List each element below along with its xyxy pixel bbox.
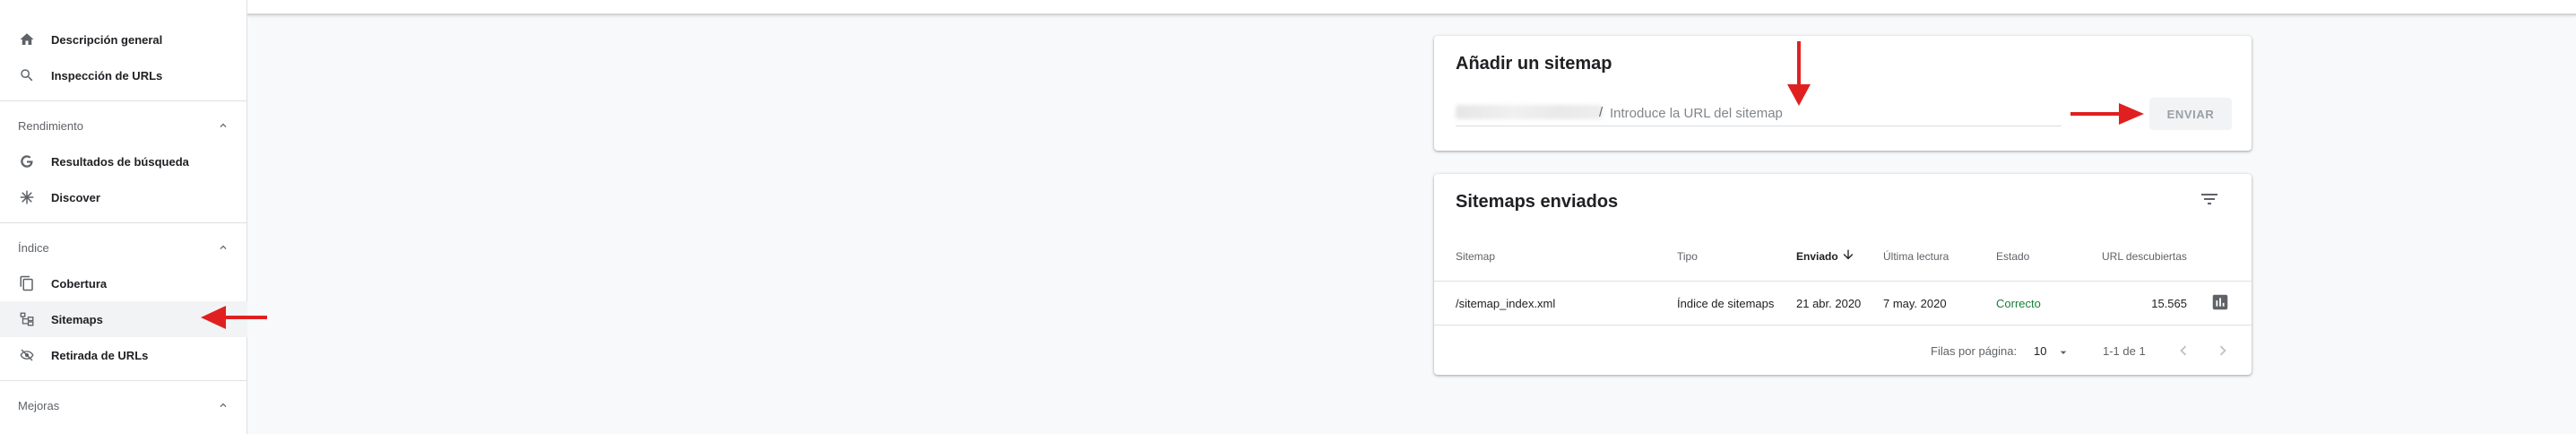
annotation-arrow-right (2070, 103, 2144, 125)
column-header-discovered-urls[interactable]: URL descubiertas (2102, 250, 2187, 263)
section-header-enhancements[interactable]: Mejoras (0, 387, 247, 423)
row-divider (1434, 325, 2252, 326)
chevron-up-icon (217, 241, 229, 254)
blurred-domain-prefix (1456, 105, 1603, 119)
sidebar-item-label: Sitemaps (51, 312, 103, 326)
submitted-sitemaps-title: Sitemaps enviados (1456, 192, 1619, 212)
rows-per-page-label: Filas por página: (1931, 344, 2018, 358)
cell-sitemap[interactable]: /sitemap_index.xml (1456, 297, 1555, 310)
filter-icon[interactable] (2199, 188, 2220, 210)
cell-status: Correcto (1996, 297, 2041, 310)
url-prefix-slash: / (1599, 105, 1604, 120)
section-header-performance[interactable]: Rendimiento (0, 108, 247, 143)
file-copy-icon (18, 274, 36, 292)
section-header-index[interactable]: Índice (0, 230, 247, 265)
divider (0, 100, 247, 101)
submit-sitemap-button[interactable]: ENVIAR (2149, 98, 2232, 130)
google-g-icon (18, 152, 36, 170)
cell-submitted: 21 abr. 2020 (1796, 297, 1862, 310)
arrow-down-icon[interactable] (1841, 247, 1855, 262)
section-label: Mejoras (18, 398, 60, 412)
sidebar-item-label: Retirada de URLs (51, 348, 149, 362)
section-label: Índice (18, 240, 49, 255)
column-header-last-read[interactable]: Última lectura (1883, 250, 1949, 263)
cell-last-read: 7 may. 2020 (1883, 297, 1947, 310)
eye-off-icon (18, 346, 36, 364)
sidebar-item-label: Descripción general (51, 32, 163, 47)
asterisk-icon (18, 188, 36, 206)
dropdown-arrow-icon[interactable] (2056, 345, 2070, 360)
chevron-up-icon (217, 399, 229, 412)
sitemap-url-input[interactable] (1610, 100, 2058, 126)
prev-page-icon[interactable] (2174, 341, 2193, 360)
cell-type: Índice de sitemaps (1677, 297, 1775, 310)
sidebar-item-removals[interactable]: Retirada de URLs (0, 337, 247, 373)
sidebar-item-label: Resultados de búsqueda (51, 154, 189, 169)
add-sitemap-title: Añadir un sitemap (1456, 54, 1612, 74)
column-header-status[interactable]: Estado (1996, 250, 2029, 263)
top-header-bar (247, 0, 2576, 15)
column-header-sitemap[interactable]: Sitemap (1456, 250, 1495, 263)
pagination-range: 1-1 de 1 (2103, 344, 2146, 358)
chevron-up-icon (217, 119, 229, 132)
sidebar-item-label: Discover (51, 190, 100, 204)
divider (0, 222, 247, 223)
next-page-icon[interactable] (2213, 341, 2233, 360)
section-label: Rendimiento (18, 118, 83, 133)
cell-discovered-urls: 15.565 (2151, 297, 2187, 310)
sidebar-item-label: Inspección de URLs (51, 68, 163, 82)
annotation-arrow-left (201, 306, 267, 329)
column-header-type[interactable]: Tipo (1677, 250, 1698, 263)
bar-chart-icon[interactable] (2210, 292, 2230, 312)
sidebar-nav: Descripción general Inspección de URLs R… (0, 0, 247, 434)
column-header-submitted[interactable]: Enviado (1796, 250, 1838, 263)
sidebar-item-coverage[interactable]: Cobertura (0, 265, 247, 301)
sidebar-item-overview[interactable]: Descripción general (0, 22, 247, 57)
sidebar-item-url-inspection[interactable]: Inspección de URLs (0, 57, 247, 93)
annotation-arrow-down (1787, 41, 1811, 106)
rows-per-page-select[interactable]: 10 (2034, 344, 2046, 358)
divider (0, 380, 247, 381)
sidebar-item-discover[interactable]: Discover (0, 179, 247, 215)
sidebar-item-label: Cobertura (51, 276, 108, 291)
sidebar-item-search-results[interactable]: Resultados de búsqueda (0, 143, 247, 179)
search-icon (18, 66, 36, 84)
sitemap-tree-icon (18, 310, 36, 328)
home-icon (18, 30, 36, 48)
